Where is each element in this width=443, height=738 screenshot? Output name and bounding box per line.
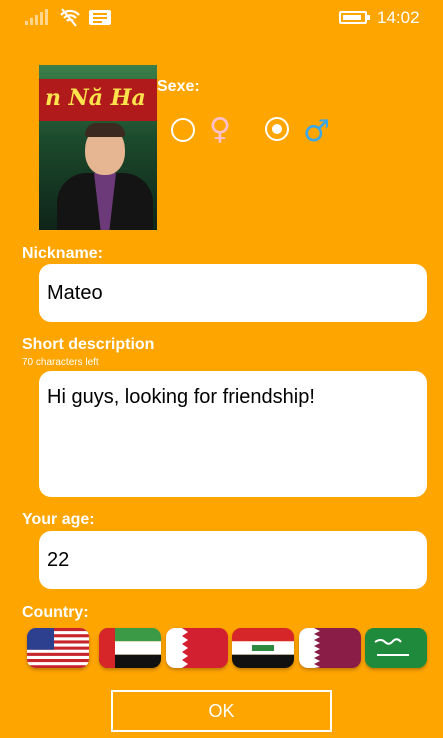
message-icon — [89, 10, 111, 25]
qatar-flag-icon[interactable] — [299, 628, 361, 668]
saudi-flag-icon[interactable] — [365, 628, 427, 668]
radio-selected-dot — [272, 124, 282, 134]
battery-icon — [339, 11, 367, 24]
nickname-label: Nickname: — [22, 245, 103, 262]
description-label: Short description — [22, 336, 155, 353]
age-input[interactable]: 22 — [39, 531, 427, 589]
sexe-label: Sexe: — [157, 78, 200, 95]
male-radio[interactable] — [265, 117, 289, 141]
battery-tip — [367, 15, 370, 20]
status-bar: 14:02 — [0, 0, 443, 34]
country-label: Country: — [22, 604, 89, 621]
bahrain-flag-icon[interactable] — [166, 628, 228, 668]
description-counter: 70 characters left — [22, 357, 99, 368]
ok-button[interactable]: OK — [111, 690, 332, 732]
photo-banner: n Nă Ha — [39, 79, 157, 121]
age-label: Your age: — [22, 511, 95, 528]
female-symbol-icon: ♀ — [209, 112, 231, 147]
wifi-icon — [60, 8, 80, 27]
profile-photo[interactable]: n Nă Ha — [39, 65, 157, 230]
iraq-flag-icon[interactable] — [232, 628, 294, 668]
description-textarea[interactable]: Hi guys, looking for friendship! — [39, 371, 427, 497]
photo-person-hair — [85, 123, 125, 137]
status-time: 14:02 — [377, 8, 420, 27]
female-radio[interactable] — [171, 118, 195, 142]
nickname-input[interactable]: Mateo — [39, 264, 427, 322]
uae-flag-icon[interactable] — [99, 628, 161, 668]
us-flag-icon[interactable] — [27, 628, 89, 668]
male-symbol-icon: ♂ — [303, 114, 330, 149]
